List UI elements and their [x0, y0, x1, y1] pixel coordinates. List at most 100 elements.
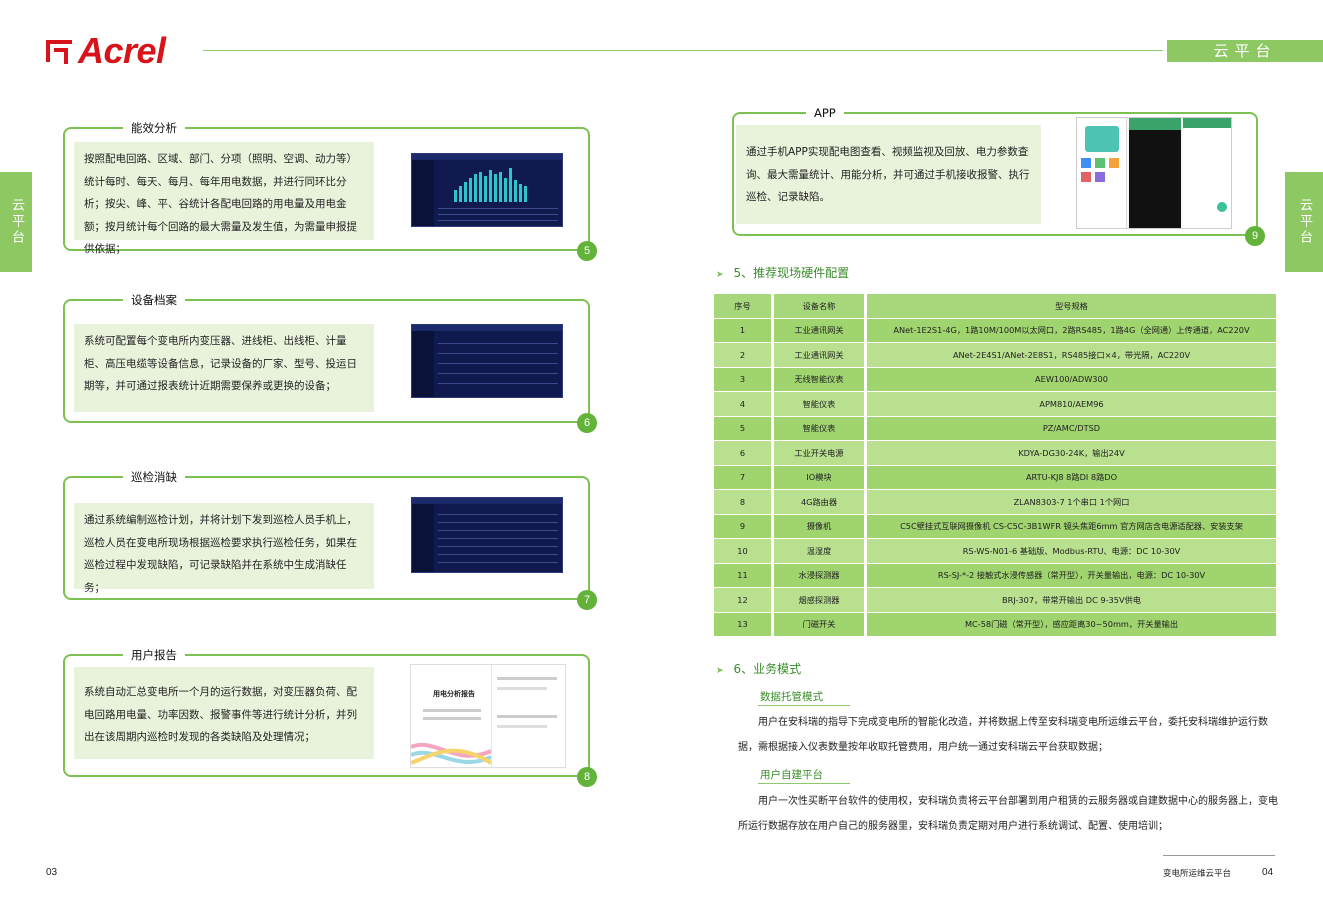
- cell-index: 12: [714, 588, 774, 613]
- cell-device: 智能仪表: [774, 416, 867, 441]
- feature-box-energy: 能效分析 按照配电回路、区域、部门、分项（照明、空调、动力等）统计每时、每天、每…: [63, 120, 597, 261]
- hardware-heading-text: 5、推荐现场硬件配置: [733, 266, 850, 280]
- business-heading: ➤ 6、业务模式: [716, 660, 801, 677]
- inspection-screenshot: [411, 497, 563, 573]
- feature-box-inspection: 巡检消缺 通过系统编制巡检计划，并将计划下发到巡检人员手机上，巡检人员在变电所现…: [63, 469, 597, 610]
- hardware-heading: ➤ 5、推荐现场硬件配置: [716, 264, 849, 281]
- cell-spec: RS-WS-N01-6 基础版、Modbus-RTU、电源：DC 10-30V: [867, 539, 1276, 564]
- cell-index: 10: [714, 539, 774, 564]
- cell-spec: ZLAN8303-7 1个串口 1个网口: [867, 490, 1276, 515]
- feature-number-badge: 7: [577, 590, 597, 610]
- cell-index: 6: [714, 441, 774, 466]
- cell-spec: AEW100/ADW300: [867, 367, 1276, 392]
- hardware-table: 序号 设备名称 型号规格 1 工业通讯网关 ANet-1E2S1-4G，1路10M/…: [714, 294, 1276, 637]
- mode-title: 数据托管模式: [760, 691, 823, 703]
- cell-spec: KDYA-DG30-24K，输出24V: [867, 441, 1276, 466]
- cell-device: 温湿度: [774, 539, 867, 564]
- table-row: 8 4G路由器 ZLAN8303-7 1个串口 1个网口: [714, 490, 1276, 515]
- acrel-logo: Acrel: [44, 30, 166, 71]
- cell-spec: APM810/AEM96: [867, 392, 1276, 417]
- cell-device: 4G路由器: [774, 490, 867, 515]
- footer-rule: [1163, 855, 1275, 856]
- page-number-right: 04: [1262, 867, 1274, 878]
- table-row: 12 烟感探测器 BRJ-307，带常开输出 DC 9-35V供电: [714, 588, 1276, 613]
- cell-spec: ARTU-KJ8 8路DI 8路DO: [867, 465, 1276, 490]
- cell-device: 工业开关电源: [774, 441, 867, 466]
- header-rule: [203, 50, 1163, 51]
- column-header: 型号规格: [867, 294, 1276, 319]
- cell-index: 1: [714, 318, 774, 343]
- cell-device: 工业通讯网关: [774, 318, 867, 343]
- cell-spec: ANet-1E2S1-4G，1路10M/100M以太网口，2路RS485，1路4…: [867, 318, 1276, 343]
- mode-title: 用户自建平台: [760, 769, 823, 781]
- cell-spec: BRJ-307，带常开输出 DC 9-35V供电: [867, 588, 1276, 613]
- cell-index: 5: [714, 416, 774, 441]
- cell-index: 2: [714, 343, 774, 368]
- cell-index: 9: [714, 514, 774, 539]
- table-row: 6 工业开关电源 KDYA-DG30-24K，输出24V: [714, 441, 1276, 466]
- feature-text: 系统自动汇总变电所一个月的运行数据，对变压器负荷、配电回路用电量、功率因数、报警…: [74, 667, 374, 759]
- table-row: 10 温湿度 RS-WS-N01-6 基础版、Modbus-RTU、电源：DC 10…: [714, 539, 1276, 564]
- feature-text: 按照配电回路、区域、部门、分项（照明、空调、动力等）统计每时、每天、每月、每年用…: [74, 142, 374, 255]
- side-tab-right: 云平台: [1285, 172, 1323, 272]
- table-row: 13 门磁开关 MC-58门磁（常开型），感应距离30~50mm，开关量输出: [714, 612, 1276, 637]
- cell-device: 工业通讯网关: [774, 343, 867, 368]
- mode-title-underline: [758, 783, 850, 784]
- footer-title: 变电所运维云平台: [1163, 869, 1232, 879]
- cell-device: IO模块: [774, 465, 867, 490]
- feature-text: 通过手机APP实现配电图查看、视频监视及回放、电力参数查询、最大需量统计、用能分…: [736, 125, 1041, 224]
- energy-screenshot: [411, 153, 563, 227]
- feature-text: 系统可配置每个变电所内变压器、进线柜、出线柜、计量柜、高压电缆等设备信息，记录设…: [74, 324, 374, 412]
- cell-device: 智能仪表: [774, 392, 867, 417]
- cell-index: 7: [714, 465, 774, 490]
- cell-spec: C5C壁挂式互联网摄像机 CS-C5C-3B1WFR 镜头焦距6mm 官方网店含…: [867, 514, 1276, 539]
- equipment-screenshot: [411, 324, 563, 398]
- table-row: 7 IO模块 ARTU-KJ8 8路DI 8路DO: [714, 465, 1276, 490]
- feature-title: 巡检消缺: [123, 469, 185, 485]
- mode-description: 用户一次性买断平台软件的使用权，安科瑞负责将云平台部署到用户租赁的云服务器或自建…: [738, 796, 1278, 832]
- cell-index: 3: [714, 367, 774, 392]
- table-header-row: 序号 设备名称 型号规格: [714, 294, 1276, 319]
- feature-title: 能效分析: [123, 120, 185, 136]
- cell-index: 11: [714, 563, 774, 588]
- cell-device: 烟感探测器: [774, 588, 867, 613]
- mode-description: 用户在安科瑞的指导下完成变电所的智能化改造，并将数据上传至安科瑞变电所运维云平台…: [738, 717, 1268, 753]
- feature-text: 通过系统编制巡检计划，并将计划下发到巡检人员手机上，巡检人员在变电所现场根据巡检…: [74, 503, 374, 594]
- cell-spec: PZ/AMC/DTSD: [867, 416, 1276, 441]
- header-tab: 云平台: [1167, 40, 1323, 62]
- column-header: 设备名称: [774, 294, 867, 319]
- app-screenshot: [1076, 117, 1232, 229]
- cell-device: 水浸探测器: [774, 563, 867, 588]
- page-number-left: 03: [46, 867, 58, 878]
- table-row: 1 工业通讯网关 ANet-1E2S1-4G，1路10M/100M以太网口，2路RS…: [714, 318, 1276, 343]
- table-row: 9 摄像机 C5C壁挂式互联网摄像机 CS-C5C-3B1WFR 镜头焦距6mm 官…: [714, 514, 1276, 539]
- brand-name: Acrel: [78, 30, 166, 71]
- column-header: 序号: [714, 294, 774, 319]
- side-tab-left: 云平台: [0, 172, 32, 272]
- acrel-logo-mark-icon: [44, 36, 74, 66]
- feature-title: 用户报告: [123, 647, 185, 663]
- cell-index: 4: [714, 392, 774, 417]
- arrow-bullet-icon: ➤: [716, 666, 724, 676]
- cell-device: 摄像机: [774, 514, 867, 539]
- cell-device: 门磁开关: [774, 612, 867, 637]
- cell-spec: MC-58门磁（常开型），感应距离30~50mm，开关量输出: [867, 612, 1276, 637]
- feature-box-equipment: 设备档案 系统可配置每个变电所内变压器、进线柜、出线柜、计量柜、高压电缆等设备信…: [63, 292, 597, 433]
- feature-title: APP: [806, 105, 844, 121]
- arrow-bullet-icon: ➤: [716, 270, 724, 280]
- mode-title-underline: [758, 705, 850, 706]
- feature-title: 设备档案: [123, 292, 185, 308]
- feature-number-badge: 6: [577, 413, 597, 433]
- report-screenshot: 用电分析报告: [410, 664, 566, 768]
- feature-number-badge: 8: [577, 767, 597, 787]
- table-row: 11 水浸探测器 RS-SJ-*-2 接触式水浸传感器（常开型），开关量输出，电源：…: [714, 563, 1276, 588]
- feature-number-badge: 5: [577, 241, 597, 261]
- cell-index: 8: [714, 490, 774, 515]
- report-title: 用电分析报告: [433, 690, 475, 698]
- feature-number-badge: 9: [1245, 226, 1265, 246]
- table-row: 5 智能仪表 PZ/AMC/DTSD: [714, 416, 1276, 441]
- business-heading-text: 6、业务模式: [733, 662, 802, 676]
- cell-spec: RS-SJ-*-2 接触式水浸传感器（常开型），开关量输出，电源：DC 10-3…: [867, 563, 1276, 588]
- table-row: 2 工业通讯网关 ANet-2E4S1/ANet-2E8S1，RS485接口×4，带…: [714, 343, 1276, 368]
- table-row: 3 无线智能仪表 AEW100/ADW300: [714, 367, 1276, 392]
